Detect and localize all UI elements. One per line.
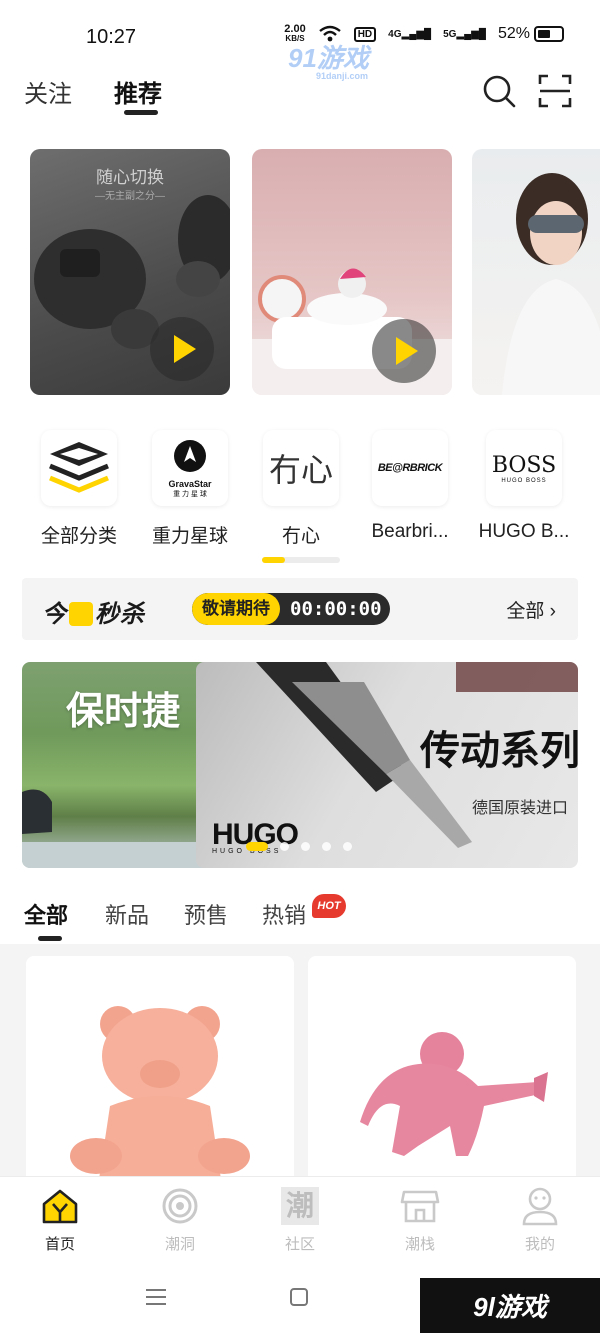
nav-shop[interactable]: 潮栈 [380,1185,460,1254]
lightning-icon [69,602,93,626]
pink-bear-figure-icon [70,1006,250,1186]
top-navigation: 关注 推荐 [0,62,600,124]
brand-list: 全部分类 GravaStar 重 力 星 球 重力星球 冇心 冇心 BE@RBR… [0,430,600,570]
video-card[interactable]: 随心切换 —无主副之分— [30,149,230,395]
pagination-dot[interactable] [280,842,289,851]
bottom-navigation: 首页 潮洞 潮 社区 潮栈 我的 [0,1176,600,1260]
brand-item-hugo-boss[interactable]: BOSS HUGO BOSS HUGO B... [469,430,579,543]
community-icon: 潮 [281,1187,319,1225]
brand-logo: GravaStar 重 力 星 球 [152,430,228,506]
flash-sale-title: 今秒杀 [42,601,145,628]
nav-home[interactable]: 首页 [20,1185,100,1254]
gravastar-logo-icon [174,439,206,472]
banner-porsche[interactable]: 保时捷 [22,662,212,868]
pink-gorilla-figure-icon [360,1032,548,1156]
signal-4g: 4G▂▄▆█ [388,28,432,40]
search-icon[interactable] [482,74,516,108]
pagination-dot[interactable] [343,842,352,851]
nav-label: 首页 [44,1236,75,1253]
video-carousel: 随心切换 —无主副之分— [0,145,600,400]
pagination-dot[interactable] [301,842,310,851]
status-time: 10:27 [86,26,137,48]
brand-item-all[interactable]: 全部分类 [24,430,134,548]
brand-logo: BOSS HUGO BOSS [486,430,562,506]
profile-icon [522,1187,558,1226]
video-card[interactable] [472,149,600,395]
nav-label: 潮洞 [164,1236,195,1253]
nav-community[interactable]: 潮 社区 [260,1185,340,1254]
brand-logo [41,430,117,506]
video-card[interactable] [252,149,452,395]
brand-logo: 冇心 [263,430,339,506]
brand-label: Bearbri... [371,521,449,542]
banner-subtitle: 德国原装进口 [472,800,569,817]
cave-icon [162,1188,198,1224]
home-button-icon[interactable] [290,1288,308,1306]
chevron-right-icon: › [544,601,556,622]
brand-scroll-indicator [262,557,340,563]
nav-cave[interactable]: 潮洞 [140,1185,220,1254]
shop-icon [400,1190,440,1223]
tab-hot[interactable]: 热销 [262,898,306,930]
banner-title: 传动系列 [420,729,578,773]
brand-logo: BE@RBRICK [372,430,448,506]
tab-all[interactable]: 全部 [24,898,68,930]
brand-item-youxin[interactable]: 冇心 冇心 [246,430,356,548]
brand-item-gravastar[interactable]: GravaStar 重 力 星 球 重力星球 [135,430,245,548]
flash-sale-countdown: 敬请期待 00:00:00 [192,593,390,625]
banner-carousel: 保时捷 传动系列 德国原装进口 HUGO HUGO BOSS [0,662,600,870]
nav-label: 潮栈 [404,1236,435,1253]
banner-hugo[interactable]: 传动系列 德国原装进口 HUGO HUGO BOSS [196,662,578,868]
category-tabs: 全部 新品 预售 热销 [0,886,600,942]
pagination-dot[interactable] [322,842,331,851]
battery-indicator: 52% [498,25,564,43]
tab-presale[interactable]: 预售 [184,898,228,930]
battery-icon [534,26,564,42]
flash-sale-bar[interactable]: 今秒杀 敬请期待 00:00:00 全部 › [22,578,578,640]
banner-pagination [246,842,352,851]
eye-mask-model-image [502,173,600,395]
tab-active-indicator [38,936,62,941]
play-button[interactable] [150,317,214,381]
flash-sale-all-link[interactable]: 全部 › [506,596,556,623]
home-icon [42,1189,78,1224]
car-image [22,789,212,868]
product-card[interactable] [26,956,294,1196]
scan-icon[interactable] [538,74,572,108]
pagination-dot-active[interactable] [246,842,268,851]
recent-apps-icon[interactable] [146,1288,166,1306]
watermark-badge: 9l游戏 [420,1278,600,1333]
countdown-timer: 00:00:00 [290,598,382,620]
brand-label: 全部分类 [40,526,117,547]
brand-scroll-thumb [262,557,286,563]
product-grid [0,944,600,1196]
brand-label: 重力星球 [151,526,228,547]
tab-active-indicator [124,110,158,115]
tab-new[interactable]: 新品 [105,898,149,930]
nav-label: 我的 [524,1236,555,1253]
tab-follow[interactable]: 关注 [24,74,72,109]
signal-5g: 5G▂▄▆█ [443,28,486,40]
brand-item-bearbrick[interactable]: BE@RBRICK Bearbri... [355,430,465,543]
hot-badge: HOT [312,894,346,918]
tab-recommend[interactable]: 推荐 [114,74,162,109]
product-card[interactable] [308,956,576,1196]
all-categories-icon [49,442,109,493]
flash-sale-status: 敬请期待 [192,593,280,625]
nav-profile[interactable]: 我的 [500,1185,580,1254]
brand-label: 冇心 [281,526,320,547]
nav-label: 社区 [284,1236,315,1253]
play-button[interactable] [372,319,436,383]
brand-label: HUGO B... [478,521,570,542]
